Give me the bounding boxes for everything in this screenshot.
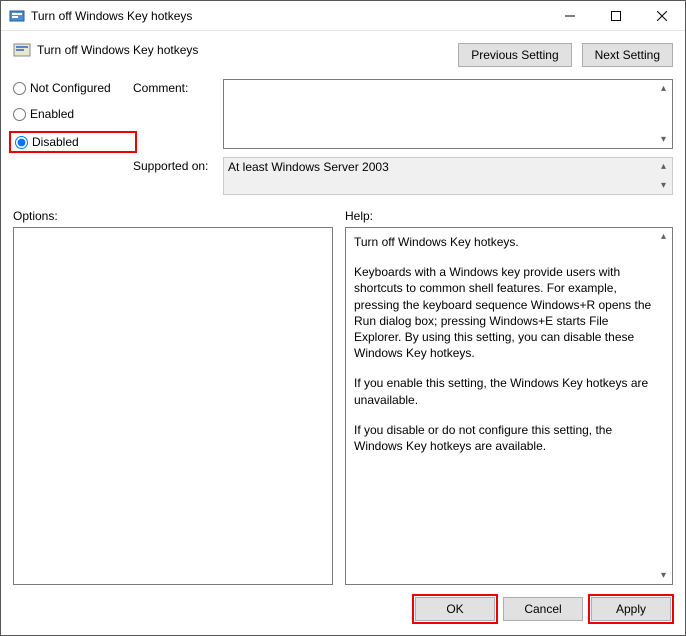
panels-row: Options: Help: Turn off Windows Key hotk…	[13, 209, 673, 585]
help-panel: Turn off Windows Key hotkeys. Keyboards …	[345, 227, 673, 585]
radio-label: Enabled	[30, 107, 74, 121]
radio-label: Not Configured	[30, 81, 111, 95]
content-area: Turn off Windows Key hotkeys Previous Se…	[1, 31, 685, 635]
next-setting-button[interactable]: Next Setting	[582, 43, 673, 67]
window-controls	[547, 1, 685, 31]
scroll-down-icon[interactable]: ▾	[655, 131, 672, 148]
options-panel	[13, 227, 333, 585]
scroll-up-icon[interactable]: ▴	[655, 228, 672, 245]
apply-button[interactable]: Apply	[591, 597, 671, 621]
maximize-button[interactable]	[593, 1, 639, 31]
help-paragraph: Turn off Windows Key hotkeys.	[354, 234, 652, 250]
radio-not-configured-input[interactable]	[13, 82, 26, 95]
group-policy-dialog: Turn off Windows Key hotkeys Turn off Wi…	[0, 0, 686, 636]
radio-label: Disabled	[32, 135, 79, 149]
radio-enabled[interactable]: Enabled	[13, 107, 133, 121]
window-title: Turn off Windows Key hotkeys	[31, 9, 547, 23]
options-label: Options:	[13, 209, 333, 223]
header-row: Turn off Windows Key hotkeys Previous Se…	[13, 41, 673, 67]
scroll-up-icon[interactable]: ▴	[655, 158, 672, 175]
help-paragraph: Keyboards with a Windows key provide use…	[354, 264, 652, 361]
policy-title: Turn off Windows Key hotkeys	[37, 43, 198, 57]
radio-disabled[interactable]: Disabled	[15, 135, 131, 149]
app-icon	[9, 8, 25, 24]
minimize-button[interactable]	[547, 1, 593, 31]
close-button[interactable]	[639, 1, 685, 31]
scroll-down-icon[interactable]: ▾	[655, 177, 672, 194]
ok-button[interactable]: OK	[415, 597, 495, 621]
comment-label: Comment:	[133, 79, 223, 95]
radio-enabled-input[interactable]	[13, 108, 26, 121]
scroll-down-icon[interactable]: ▾	[655, 567, 672, 584]
settings-row: Not Configured Enabled Disabled Comment:	[13, 79, 673, 195]
supported-on-box: At least Windows Server 2003 ▴ ▾	[223, 157, 673, 195]
titlebar: Turn off Windows Key hotkeys	[1, 1, 685, 31]
supported-label: Supported on:	[133, 157, 223, 173]
footer-buttons: OK Cancel Apply	[13, 593, 673, 625]
comment-textarea[interactable]: ▴ ▾	[223, 79, 673, 149]
previous-setting-button[interactable]: Previous Setting	[458, 43, 571, 67]
radio-disabled-input[interactable]	[15, 136, 28, 149]
help-paragraph: If you disable or do not configure this …	[354, 422, 652, 454]
supported-value: At least Windows Server 2003	[228, 160, 389, 174]
radio-not-configured[interactable]: Not Configured	[13, 81, 133, 95]
help-paragraph: If you enable this setting, the Windows …	[354, 375, 652, 407]
radio-group: Not Configured Enabled Disabled	[13, 79, 133, 195]
policy-icon	[13, 41, 31, 59]
help-label: Help:	[345, 209, 673, 223]
help-text: Turn off Windows Key hotkeys. Keyboards …	[354, 234, 652, 454]
scroll-up-icon[interactable]: ▴	[655, 80, 672, 97]
cancel-button[interactable]: Cancel	[503, 597, 583, 621]
